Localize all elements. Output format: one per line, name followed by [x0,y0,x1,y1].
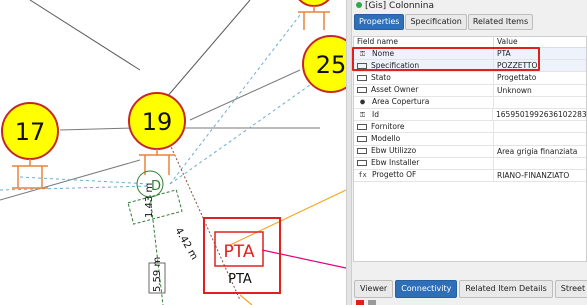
column-header-value[interactable]: Value [494,37,518,47]
tab-related-items[interactable]: Related Items [467,14,534,30]
pta-symbol[interactable]: PTA PTA [203,217,281,294]
field-name: Specification [371,60,420,70]
measurement-label: 1.43 m [144,183,155,218]
tab-properties[interactable]: Properties [354,14,405,30]
property-row-progetto-of[interactable]: fx Progetto OF RIANO-FINANZIATO [354,169,586,183]
map-canvas[interactable]: 17 19 25 D 1.43 m 4.42 m 5.59 m PTA PTA [0,0,346,305]
measurement-label: 4.42 m [172,226,199,262]
field-name: Id [372,109,379,119]
field-value[interactable]: 1659501992636102283 [493,109,586,120]
field-value[interactable]: Unknown [494,85,532,96]
field-name: Fornitore [371,121,405,131]
fiber-line [169,84,311,185]
node-label: 17 [15,118,46,146]
map-svg[interactable]: 17 19 25 D 1.43 m 4.42 m 5.59 m PTA PTA [0,0,346,305]
field-value[interactable]: RIANO-FINANZIATO [494,170,569,181]
grid-header: Field name Value [354,37,586,48]
column-header-field-name[interactable]: Field name [354,37,494,47]
field-name: Asset Owner [371,85,419,95]
pta-inner-label: PTA [224,242,255,262]
field-value[interactable]: Area grigia finanziata [494,146,577,157]
pta-outer-label: PTA [228,272,252,287]
properties-panel: [Gis] Colonnina Properties Specification… [352,0,587,305]
property-row-ebw-installer[interactable]: Ebw Installer [354,157,586,170]
node-label: 19 [142,108,173,136]
field-value[interactable] [494,97,497,108]
field-name: Ebw Utilizzo [371,146,417,156]
field-icon [357,135,367,142]
cable-line [159,0,251,106]
function-icon: fx [358,171,367,180]
field-icon [357,62,367,69]
field-name: Stato [371,72,391,82]
field-icon [357,148,367,155]
tab-specification[interactable]: Specification [405,14,467,30]
property-row-ebw-utilizzo[interactable]: Ebw Utilizzo Area grigia finanziata [354,145,586,158]
property-row-specification[interactable]: Specification POZZETTO [354,60,586,73]
field-value[interactable]: Progettato [494,72,536,83]
toolbar-icon-red[interactable] [356,300,364,305]
cable-line [59,127,136,131]
field-icon [357,74,367,81]
measurement-label: 5.59 m [152,257,163,292]
key-icon: ⚿ [359,49,366,58]
field-name: Area Copertura [372,97,430,107]
node-19[interactable]: 19 [128,92,186,175]
field-name: Progetto OF [372,170,417,180]
property-row-area-copertura[interactable]: ● Area Copertura [354,96,586,109]
tab-related-item-details[interactable]: Related Item Details [459,280,553,298]
top-tabs: Properties Specification Related Items [354,14,534,30]
status-dot-icon [356,2,362,8]
property-row-nome[interactable]: ⚿ Nome PTA [354,48,586,61]
field-name: Ebw Installer [371,158,420,168]
dot-icon: ● [360,97,365,107]
property-row-stato[interactable]: Stato Progettato [354,72,586,85]
property-row-modello[interactable]: Modello [354,133,586,146]
node-label: 25 [316,51,346,79]
field-value[interactable] [494,158,497,169]
field-icon [357,123,367,130]
tab-viewer[interactable]: Viewer [354,280,394,298]
field-value[interactable]: POZZETTO [494,60,537,71]
field-name: Modello [371,133,401,143]
fiber-line [19,176,151,185]
panel-title: [Gis] Colonnina [352,0,587,12]
property-row-fornitore[interactable]: Fornitore [354,121,586,134]
toolbar-icon-gray[interactable] [368,300,376,305]
orange-line [239,294,253,305]
field-value[interactable] [494,121,497,132]
tab-connectivity[interactable]: Connectivity [395,280,458,298]
field-icon [357,87,367,94]
node-25[interactable]: 25 [302,35,346,93]
property-row-asset-owner[interactable]: Asset Owner Unknown [354,84,586,97]
node-17[interactable]: 17 [1,102,59,189]
field-value[interactable] [494,133,497,144]
properties-grid: Field name Value ⚿ Nome PTA Specification… [353,36,587,262]
bottom-tabs: Viewer Connectivity Related Item Details… [354,280,587,298]
field-value[interactable]: PTA [494,48,511,59]
cable-line [29,0,141,71]
property-row-id[interactable]: ⚿ Id 1659501992636102283 [354,108,586,122]
field-icon [357,160,367,167]
magenta-line [261,249,346,269]
tab-street-view[interactable]: Street View [554,280,587,298]
field-name: Nome [372,48,395,58]
key-icon: ⚿ [359,110,366,119]
cable-line [189,69,301,121]
